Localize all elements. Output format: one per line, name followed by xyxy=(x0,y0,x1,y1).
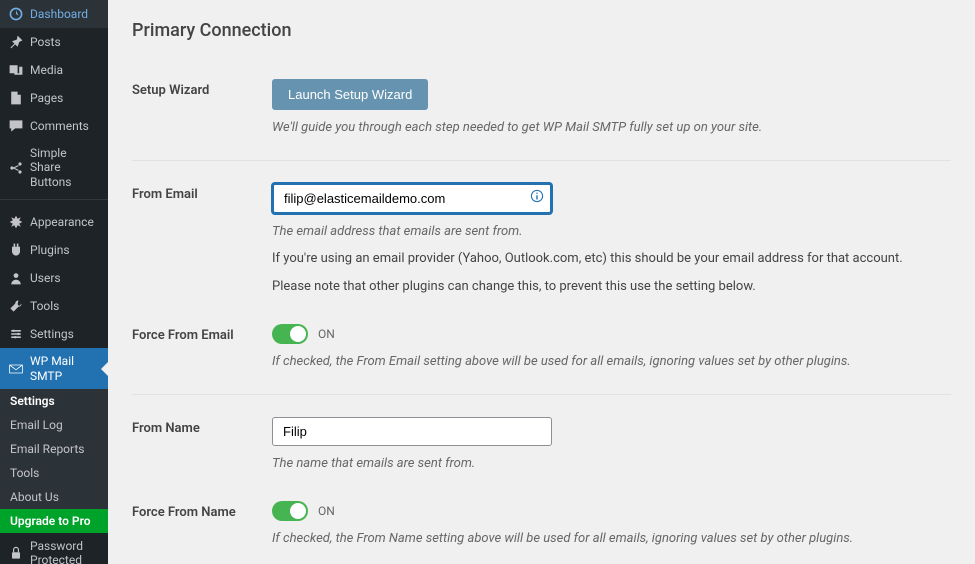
force-from-email-toggle[interactable] xyxy=(272,324,308,344)
mail-icon xyxy=(8,361,24,377)
lock-icon xyxy=(8,545,24,561)
from-email-note2: Please note that other plugins can chang… xyxy=(272,277,951,297)
force-from-email-desc: If checked, the From Email setting above… xyxy=(272,352,951,372)
page-icon xyxy=(8,90,24,106)
sidebar-label: WP Mail SMTP xyxy=(30,354,100,383)
sidebar-label: Simple Share Buttons xyxy=(30,146,100,189)
sidebar-item-comments[interactable]: Comments xyxy=(0,112,108,140)
share-icon xyxy=(8,160,24,176)
from-email-note1: If you're using an email provider (Yahoo… xyxy=(272,249,951,269)
force-from-name-label: Force From Name xyxy=(132,501,272,520)
sidebar-item-settings[interactable]: Settings xyxy=(0,320,108,348)
sidebar-item-pages[interactable]: Pages xyxy=(0,84,108,112)
sidebar-label: Settings xyxy=(30,327,74,341)
sub-item-upgrade[interactable]: Upgrade to Pro xyxy=(0,509,108,533)
sidebar-label: Tools xyxy=(30,299,59,313)
section-divider xyxy=(132,394,951,395)
settings-icon xyxy=(8,326,24,342)
comment-icon xyxy=(8,118,24,134)
sidebar-submenu: Settings Email Log Email Reports Tools A… xyxy=(0,389,108,533)
from-email-desc: The email address that emails are sent f… xyxy=(272,222,951,242)
force-from-name-toggle[interactable] xyxy=(272,501,308,521)
section-divider xyxy=(132,160,951,161)
sidebar-label: Plugins xyxy=(30,243,70,257)
from-email-input[interactable] xyxy=(272,183,552,214)
from-name-row: From Name The name that emails are sent … xyxy=(132,403,951,488)
sidebar-label: Comments xyxy=(30,119,89,133)
sidebar-label: Media xyxy=(30,63,63,77)
media-icon xyxy=(8,62,24,78)
tools-icon xyxy=(8,298,24,314)
sidebar-item-tools[interactable]: Tools xyxy=(0,292,108,320)
force-from-email-label: Force From Email xyxy=(132,324,272,343)
sidebar-separator xyxy=(0,199,108,204)
sub-item-tools[interactable]: Tools xyxy=(0,461,108,485)
sidebar-label: Dashboard xyxy=(30,7,88,21)
force-from-email-row: Force From Email ON If checked, the From… xyxy=(132,310,951,386)
from-email-row: From Email The email address that emails… xyxy=(132,169,951,311)
force-from-name-row: Force From Name ON If checked, the From … xyxy=(132,487,951,563)
input-info-icon[interactable] xyxy=(530,189,544,207)
sidebar-label: Appearance xyxy=(30,215,94,229)
sidebar-item-appearance[interactable]: Appearance xyxy=(0,208,108,236)
force-from-email-state: ON xyxy=(318,327,335,341)
sidebar-item-simple-share[interactable]: Simple Share Buttons xyxy=(0,140,108,195)
sidebar-label: Posts xyxy=(30,35,61,49)
from-name-input[interactable] xyxy=(272,417,552,446)
users-icon xyxy=(8,270,24,286)
from-email-label: From Email xyxy=(132,183,272,202)
sub-item-email-log[interactable]: Email Log xyxy=(0,413,108,437)
admin-sidebar: Dashboard Posts Media Pages Comments Sim… xyxy=(0,0,108,564)
sidebar-item-password-protected[interactable]: Password Protected xyxy=(0,533,108,564)
sidebar-item-media[interactable]: Media xyxy=(0,56,108,84)
pin-icon xyxy=(8,34,24,50)
sub-item-email-reports[interactable]: Email Reports xyxy=(0,437,108,461)
launch-setup-wizard-button[interactable]: Launch Setup Wizard xyxy=(272,79,428,110)
setup-wizard-label: Setup Wizard xyxy=(132,79,272,98)
plugin-icon xyxy=(8,242,24,258)
force-from-name-state: ON xyxy=(318,504,335,518)
setup-wizard-row: Setup Wizard Launch Setup Wizard We'll g… xyxy=(132,65,951,152)
sub-item-about-us[interactable]: About Us xyxy=(0,485,108,509)
sidebar-label: Users xyxy=(30,271,61,285)
sidebar-item-wp-mail-smtp[interactable]: WP Mail SMTP xyxy=(0,348,108,389)
setup-wizard-desc: We'll guide you through each step needed… xyxy=(272,118,951,138)
sidebar-item-dashboard[interactable]: Dashboard xyxy=(0,0,108,28)
sidebar-label: Password Protected xyxy=(30,539,100,564)
sidebar-item-posts[interactable]: Posts xyxy=(0,28,108,56)
from-name-label: From Name xyxy=(132,417,272,436)
from-name-desc: The name that emails are sent from. xyxy=(272,454,951,474)
sidebar-item-users[interactable]: Users xyxy=(0,264,108,292)
force-from-name-desc: If checked, the From Name setting above … xyxy=(272,529,951,549)
sidebar-label: Pages xyxy=(30,91,63,105)
sidebar-item-plugins[interactable]: Plugins xyxy=(0,236,108,264)
page-title: Primary Connection xyxy=(132,20,951,41)
appearance-icon xyxy=(8,214,24,230)
main-content: Primary Connection Setup Wizard Launch S… xyxy=(108,0,975,564)
dashboard-icon xyxy=(8,6,24,22)
sub-item-settings[interactable]: Settings xyxy=(0,389,108,413)
